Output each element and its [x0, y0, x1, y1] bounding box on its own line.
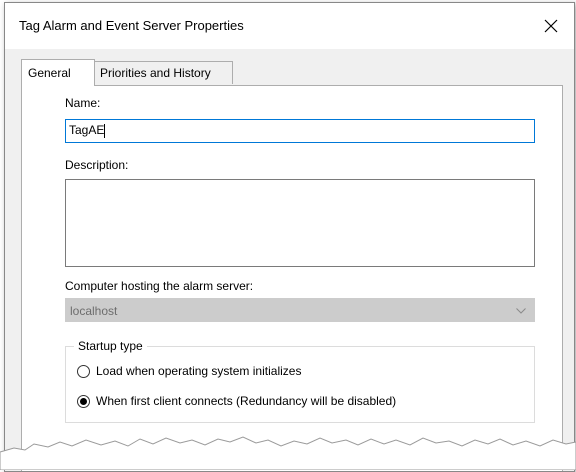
- computer-label: Computer hosting the alarm server:: [65, 279, 254, 293]
- description-label: Description:: [65, 158, 129, 172]
- close-button[interactable]: [528, 3, 574, 49]
- name-field[interactable]: TagAE: [65, 119, 535, 143]
- radio-option-load-on-os[interactable]: Load when operating system initializes: [77, 363, 517, 381]
- tab-priorities-history[interactable]: Priorities and History: [93, 61, 233, 84]
- radio-load-on-os-label: Load when operating system initializes: [96, 364, 302, 378]
- radio-first-client-label: When first client connects (Redundancy w…: [96, 394, 397, 408]
- chevron-down-icon: [516, 308, 526, 314]
- radio-selected-dot: [80, 398, 87, 405]
- tab-general-label: General: [28, 66, 71, 80]
- dialog-title: Tag Alarm and Event Server Properties: [19, 18, 244, 33]
- computer-select[interactable]: localhost: [65, 298, 535, 322]
- tab-priorities-history-label: Priorities and History: [100, 66, 211, 80]
- properties-dialog: Tag Alarm and Event Server Properties Ge…: [4, 2, 575, 472]
- description-field[interactable]: [65, 179, 535, 267]
- startup-type-group: Startup type Load when operating system …: [65, 339, 535, 423]
- close-icon: [544, 19, 558, 33]
- radio-load-on-os[interactable]: [77, 365, 90, 378]
- radio-option-first-client[interactable]: When first client connects (Redundancy w…: [77, 393, 517, 411]
- name-label: Name:: [65, 96, 101, 110]
- text-caret: [104, 123, 106, 138]
- radio-first-client[interactable]: [77, 395, 90, 408]
- startup-type-title: Startup type: [74, 339, 147, 353]
- title-bar: Tag Alarm and Event Server Properties: [5, 3, 574, 49]
- general-tab-panel: Name: TagAE Description: Computer hostin…: [21, 85, 563, 471]
- computer-select-value: localhost: [70, 304, 118, 318]
- name-field-value: TagAE: [69, 123, 105, 137]
- tab-general[interactable]: General: [21, 59, 95, 86]
- torn-edge-overlay: [0, 436, 576, 470]
